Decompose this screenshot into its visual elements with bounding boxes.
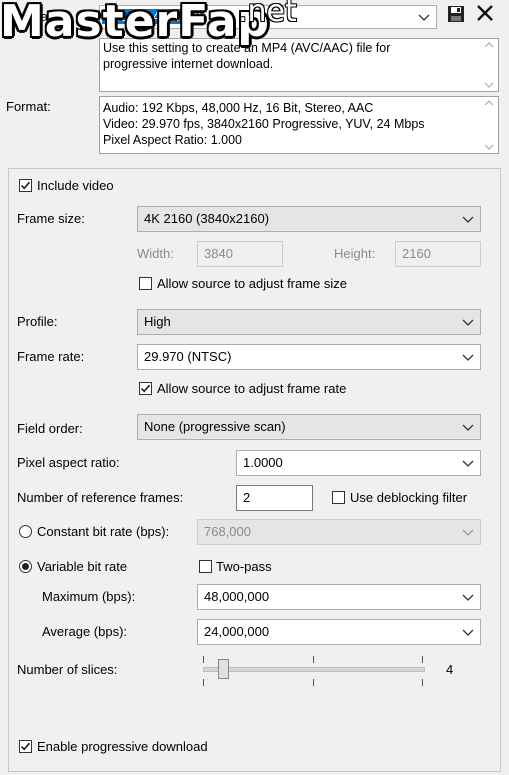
ref-frames-value: 2 <box>243 490 251 505</box>
save-icon[interactable] <box>446 4 466 24</box>
watermark-suffix: .net <box>238 0 297 29</box>
scroll-up-icon[interactable] <box>484 99 494 107</box>
max-bitrate-value: 48,000,000 <box>204 589 270 604</box>
description-line-2: progressive internet download. <box>103 57 274 71</box>
height-label: Height: <box>334 246 376 261</box>
vbr-radio[interactable] <box>19 560 32 573</box>
format-description: Audio: 192 Kbps, 48,000 Hz, 16 Bit, Ster… <box>99 96 499 154</box>
slider-tick <box>422 656 423 663</box>
par-value: 1.0000 <box>243 455 283 470</box>
slider-tick <box>203 679 204 686</box>
delete-icon[interactable] <box>475 3 495 23</box>
slices-value: 4 <box>446 662 454 677</box>
scroll-up-icon[interactable] <box>484 41 494 49</box>
height-input[interactable]: 2160 <box>395 241 481 267</box>
chevron-down-icon <box>418 14 430 21</box>
slider-thumb[interactable] <box>218 659 229 679</box>
chevron-down-icon <box>462 529 474 536</box>
allow-adjust-rate-label[interactable]: Allow source to adjust frame rate <box>157 381 346 396</box>
include-video-checkbox[interactable] <box>19 179 32 192</box>
chevron-down-icon <box>462 216 474 223</box>
include-video-label[interactable]: Include video <box>37 178 114 193</box>
ref-frames-input[interactable]: 2 <box>236 485 313 511</box>
frame-size-select[interactable]: 4K 2160 (3840x2160) <box>137 206 481 232</box>
deblocking-label[interactable]: Use deblocking filter <box>350 490 467 505</box>
scroll-down-icon[interactable] <box>484 143 494 151</box>
profile-label: Profile: <box>17 314 58 329</box>
slider-tick <box>203 656 204 663</box>
frame-rate-select[interactable]: 29.970 (NTSC) <box>137 344 481 370</box>
format-video: Video: 29.970 fps, 3840x2160 Progressive… <box>103 117 425 131</box>
field-order-select[interactable]: None (progressive scan) <box>137 414 481 440</box>
frame-rate-value: 29.970 (NTSC) <box>144 349 232 364</box>
cbr-radio[interactable] <box>19 525 32 538</box>
frame-rate-label: Frame rate: <box>17 349 85 364</box>
par-label: Pixel aspect ratio: <box>17 455 120 470</box>
cbr-label[interactable]: Constant bit rate (bps): <box>37 524 169 539</box>
cbr-value: 768,000 <box>204 524 251 539</box>
avg-bitrate-value: 24,000,000 <box>204 624 270 639</box>
profile-value: High <box>144 314 171 329</box>
width-label: Width: <box>137 246 174 261</box>
field-order-value: None (progressive scan) <box>144 419 286 434</box>
vbr-label[interactable]: Variable bit rate <box>37 559 127 574</box>
chevron-down-icon <box>462 424 474 431</box>
allow-adjust-size-label[interactable]: Allow source to adjust frame size <box>157 276 347 291</box>
deblocking-checkbox[interactable] <box>332 491 345 504</box>
par-select[interactable]: 1.0000 <box>236 450 481 476</box>
slider-tick <box>313 679 314 686</box>
progressive-download-label[interactable]: Enable progressive download <box>37 739 208 754</box>
slider-track <box>203 667 425 672</box>
two-pass-checkbox[interactable] <box>199 560 212 573</box>
profile-select[interactable]: High <box>137 309 481 335</box>
slices-label: Number of slices: <box>17 662 118 677</box>
slices-slider[interactable] <box>203 656 425 686</box>
width-input[interactable]: 3840 <box>197 241 283 267</box>
chevron-down-icon <box>462 594 474 601</box>
slider-tick <box>313 656 314 663</box>
chevron-down-icon <box>462 319 474 326</box>
format-label: Format: <box>6 99 51 114</box>
max-bitrate-label: Maximum (bps): <box>42 589 136 604</box>
cbr-select[interactable]: 768,000 <box>197 519 481 545</box>
chevron-down-icon <box>462 629 474 636</box>
height-value: 2160 <box>402 246 431 261</box>
progressive-download-checkbox[interactable] <box>19 740 32 753</box>
scroll-down-icon[interactable] <box>484 81 494 89</box>
two-pass-label[interactable]: Two-pass <box>216 559 272 574</box>
allow-adjust-rate-checkbox[interactable] <box>139 382 152 395</box>
format-audio: Audio: 192 Kbps, 48,000 Hz, 16 Bit, Ster… <box>103 101 374 115</box>
ref-frames-label: Number of reference frames: <box>17 490 184 505</box>
watermark-logo: MasterFap <box>0 0 270 47</box>
max-bitrate-select[interactable]: 48,000,000 <box>197 584 481 610</box>
frame-size-label: Frame size: <box>17 211 85 226</box>
avg-bitrate-label: Average (bps): <box>42 624 128 639</box>
allow-adjust-size-checkbox[interactable] <box>139 277 152 290</box>
chevron-down-icon <box>462 460 474 467</box>
avg-bitrate-select[interactable]: 24,000,000 <box>197 619 481 645</box>
format-par: Pixel Aspect Ratio: 1.000 <box>103 133 242 147</box>
frame-size-value: 4K 2160 (3840x2160) <box>144 211 270 226</box>
width-value: 3840 <box>204 246 233 261</box>
slider-tick <box>422 679 423 686</box>
chevron-down-icon <box>462 354 474 361</box>
field-order-label: Field order: <box>17 421 83 436</box>
